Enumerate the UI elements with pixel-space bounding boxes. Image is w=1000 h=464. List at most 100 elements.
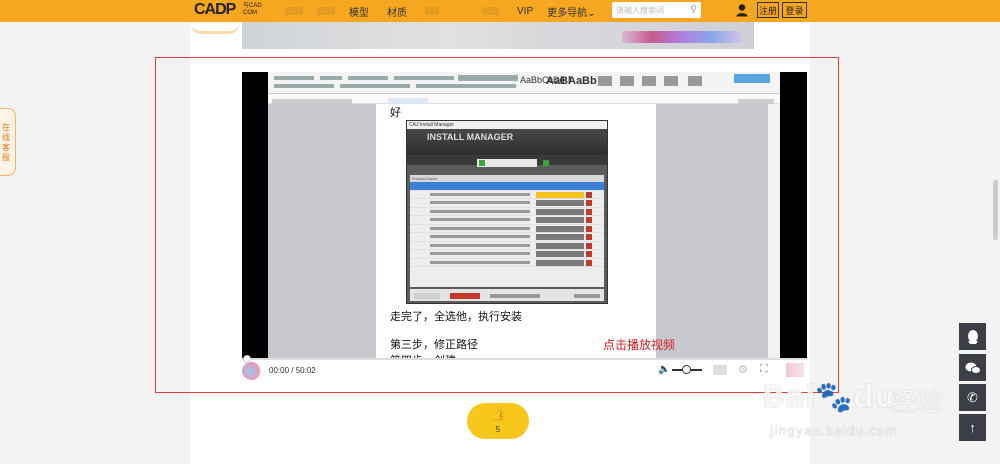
nav-item-1[interactable] [285,7,303,15]
list-item [410,250,604,259]
list-item-label [430,260,530,264]
list-item-label [430,252,530,255]
play-button[interactable] [242,362,262,380]
install-manager-window: CAJ Install Manager INSTALL MANAGER Prod… [406,120,608,304]
nav-item-2[interactable] [317,7,335,15]
wechat-glyph [965,362,981,374]
user-icon[interactable] [735,3,749,17]
install-titlebar: CAJ Install Manager [407,121,607,129]
site-logo[interactable]: CADP [194,1,236,21]
total-time: 50:02 [295,366,316,375]
install-banner: INSTALL MANAGER [407,129,607,155]
paw-icon: 🐾 [815,380,853,415]
baidu-watermark: Bai🐾du 经验 jingyan.baidu.com [762,380,972,450]
install-tab-marks [477,159,549,167]
blurred-banner-blob [622,31,742,43]
list-item-status [536,225,584,232]
ribbon-toolbar: AaBbCcDd AaBl AaBb [268,72,780,94]
svg-text:AaBb: AaBb [568,75,597,87]
list-item-status [536,208,584,215]
qq-glyph [967,329,978,344]
list-item-label [430,226,530,230]
list-item-label [430,235,530,238]
remove-icon [586,208,592,215]
quality-icon[interactable] [713,365,727,375]
list-item [410,191,604,199]
video-player[interactable]: AaBbCcDd AaBl AaBb 好 走完了，全选他，执行安装 第三步，修正路径… [242,72,807,358]
doc-text-step-done: 走完了，全选他，执行安装 [390,310,522,323]
side-panel [768,104,780,358]
play-hint-text[interactable]: 点击播放视频 [603,336,675,353]
list-item-status [536,191,584,198]
thumbs-up-icon: 👍 [491,406,508,421]
watermark-logo-left: Bai [762,380,816,415]
remove-icon [586,251,592,257]
doc-text-top: 好 [390,106,401,119]
current-time: 00:00 [269,366,290,375]
nav-item-models[interactable]: 模型 [349,4,369,19]
nav-item-materials[interactable]: 材质 [387,4,407,19]
nav-more-label: 更多导航 [547,7,588,19]
remove-icon [586,217,592,223]
watermark-logo: Bai🐾du [762,380,896,415]
like-count: 5 [495,425,501,434]
site-logo-sub: 与CAD COM [243,3,262,17]
watermark-url: jingyan.baidu.com [770,424,898,438]
login-button[interactable]: 登录 [782,2,807,18]
remove-icon [586,191,592,198]
search-icon[interactable]: ⚲ [690,4,697,15]
list-item [410,259,604,267]
list-item-label [430,192,530,196]
search-box[interactable]: 请输入搜索词 ⚲ [612,2,701,18]
remove-icon [586,234,592,240]
customer-service-label: 在线客服 [2,123,10,162]
time-display: 00:00 / 50:02 [269,366,316,375]
install-col-product: Product Name [412,176,438,181]
list-item-status [536,251,584,257]
list-item-status [536,259,584,266]
register-button[interactable]: 注册 [757,2,779,18]
remove-icon [586,225,592,232]
qq-icon[interactable] [959,323,986,350]
volume-icon[interactable]: 🔈 [658,364,670,375]
video-controls: 00:00 / 50:02 🔈 ⚙ ⛶ [242,355,807,382]
remove-icon [586,259,592,266]
nav-item-vip[interactable]: VIP [517,6,533,17]
list-item-label [430,201,530,204]
blurred-banner [242,22,754,49]
nav-item-5[interactable] [425,7,439,15]
list-item-status [536,234,584,240]
install-list: Product Name [410,175,604,287]
search-input[interactable]: 请输入搜索词 [616,5,664,16]
fullscreen-icon[interactable]: ⛶ [760,363,768,376]
volume-handle[interactable] [682,365,691,374]
chevron-down-icon: ⌄ [587,7,596,19]
logo-sub-bottom: COM [243,10,257,16]
list-item [410,242,604,250]
list-item [410,233,604,242]
remove-icon [586,200,592,206]
list-item-status [536,217,584,223]
list-item-label [430,209,530,213]
customer-service-tab[interactable]: 在线客服 [0,108,16,176]
blurred-corner [786,363,804,377]
time-separator: / [291,366,294,375]
nav-item-more[interactable]: 更多导航⌄ [547,4,595,19]
main-nav: 模型 材质 VIP 更多导航⌄ [285,0,596,22]
list-item-label [430,218,530,221]
wechat-icon[interactable] [959,354,986,381]
list-item [410,182,604,191]
install-footer [410,289,604,301]
ribbon-tabs [268,94,780,106]
page-scrollbar[interactable] [993,180,998,240]
like-button[interactable]: 👍 5 [467,403,529,439]
settings-icon[interactable]: ⚙ [738,363,748,376]
install-list-header: Product Name [410,175,604,182]
logo-sub-top: 与CAD [243,3,262,9]
nav-item-6[interactable] [483,7,499,15]
watermark-cn: 经验 [890,388,943,418]
video-frame: AaBbCcDd AaBl AaBb 好 走完了，全选他，执行安装 第三步，修正路径… [268,72,780,358]
remove-icon [586,242,592,249]
ribbon-toolbar-glyphs: AaBbCcDdAaBlAaBb [274,74,770,88]
video-progress-bar[interactable] [242,358,807,360]
